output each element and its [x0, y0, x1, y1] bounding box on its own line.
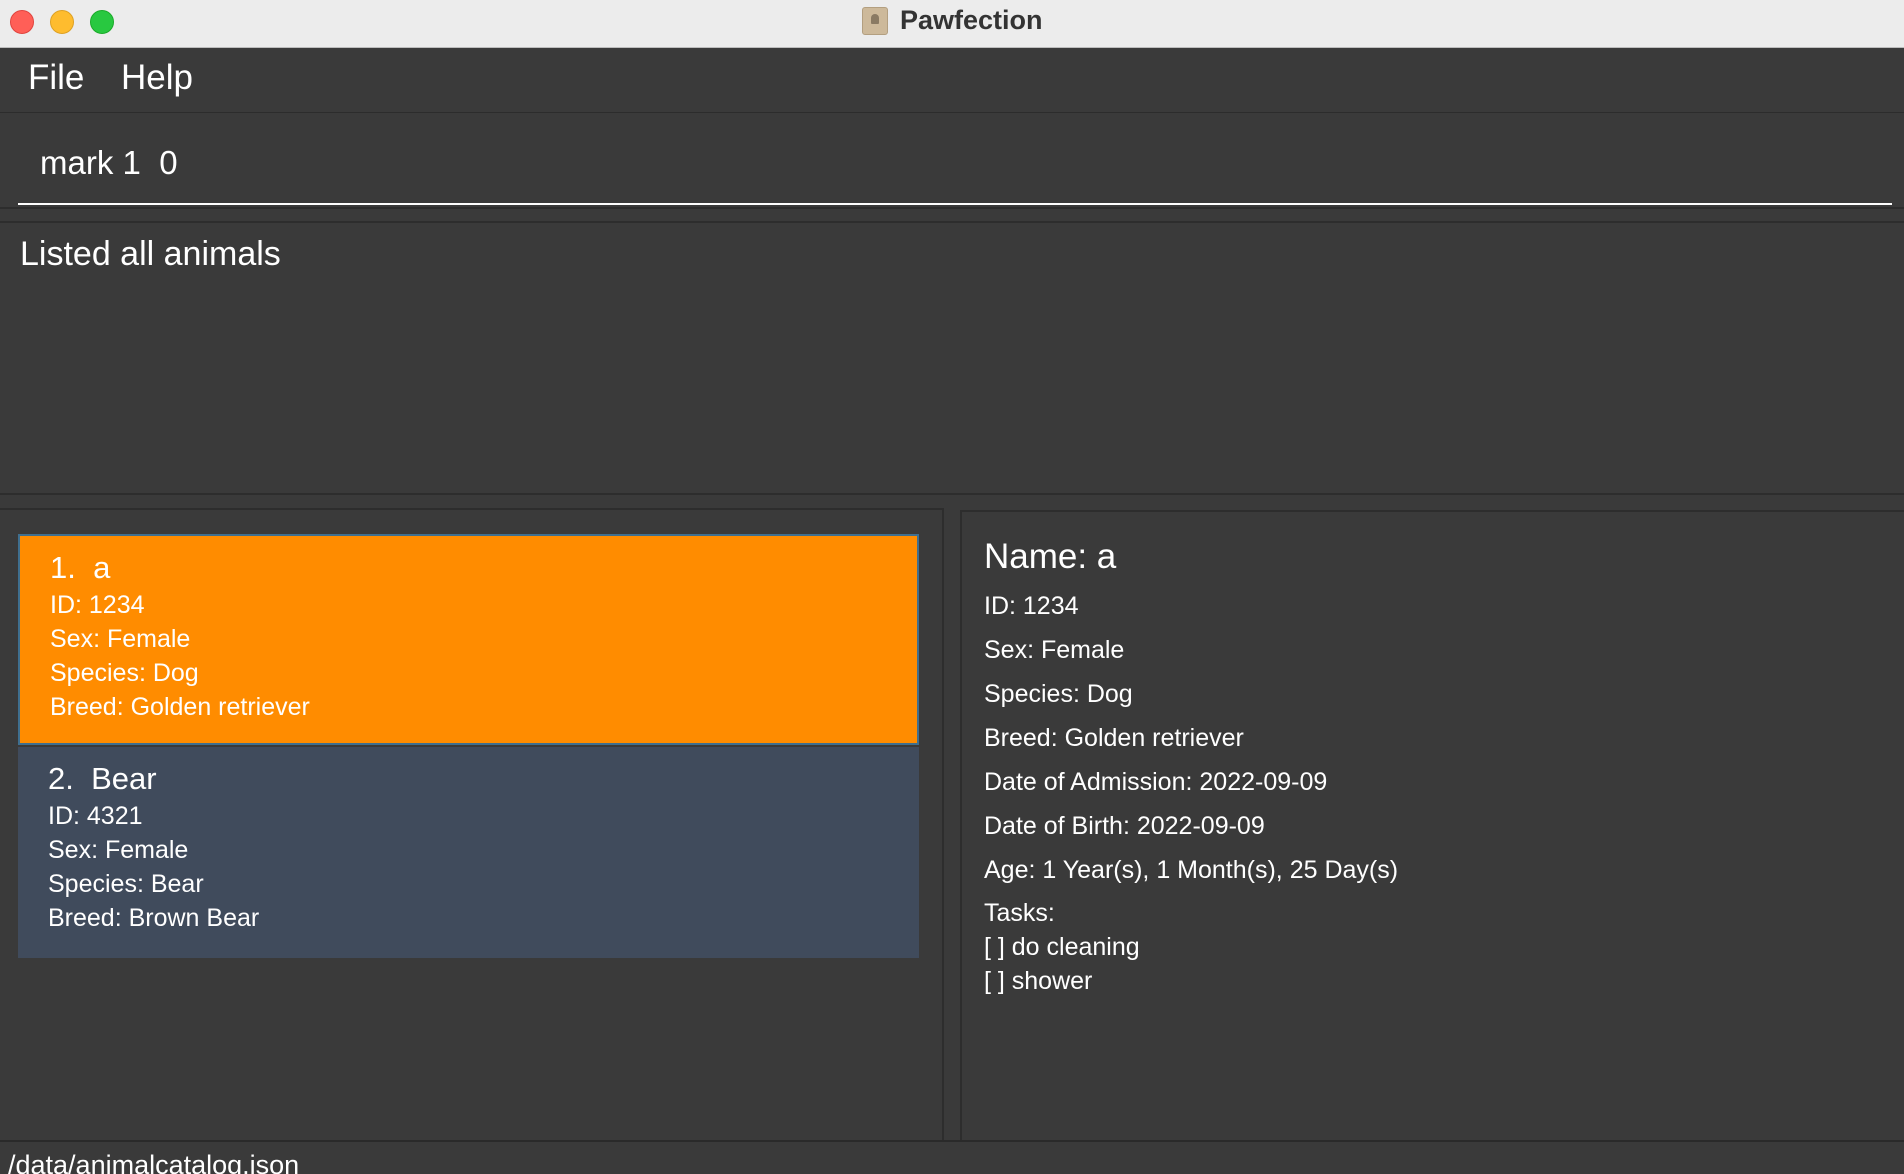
animal-card-sex: Sex: Female — [48, 836, 189, 864]
animal-card-1[interactable]: 1. a ID: 1234 Sex: Female Species: Dog B… — [18, 534, 919, 745]
zoom-window-button[interactable] — [90, 10, 114, 34]
window-title: Pawfection — [900, 5, 1043, 35]
task-item: [ ] shower — [984, 967, 1093, 995]
detail-species: Species: Dog — [984, 680, 1133, 708]
detail-sex: Sex: Female — [984, 636, 1125, 664]
menu-file[interactable]: File — [28, 58, 84, 98]
animal-card-id: ID: 1234 — [50, 591, 145, 619]
command-input[interactable] — [18, 123, 1892, 205]
animal-card-breed: Breed: Golden retriever — [50, 693, 310, 721]
detail-admission-date: Date of Admission: 2022-09-09 — [984, 768, 1328, 796]
detail-birth-date: Date of Birth: 2022-09-09 — [984, 812, 1265, 840]
task-item: [ ] do cleaning — [984, 933, 1140, 961]
animal-card-species: Species: Dog — [50, 659, 199, 687]
animal-card-2[interactable]: 2. Bear ID: 4321 Sex: Female Species: Be… — [18, 747, 919, 958]
animal-card-title: 2. Bear — [48, 761, 157, 796]
animal-card-species: Species: Bear — [48, 870, 204, 898]
result-message: Listed all animals — [20, 235, 281, 273]
animal-card-id: ID: 4321 — [48, 802, 143, 830]
animal-card-breed: Breed: Brown Bear — [48, 904, 260, 932]
app-icon — [862, 7, 888, 35]
status-bar: /data/animalcatalog.json — [0, 1140, 1904, 1174]
result-display: Listed all animals — [0, 221, 1904, 495]
detail-breed: Breed: Golden retriever — [984, 724, 1244, 752]
menu-bar: File Help — [0, 48, 1904, 113]
animal-list-panel[interactable]: 1. a ID: 1234 Sex: Female Species: Dog B… — [0, 508, 944, 1140]
minimize-window-button[interactable] — [50, 10, 74, 34]
animal-card-sex: Sex: Female — [50, 625, 191, 653]
animal-card-title: 1. a — [50, 550, 111, 585]
detail-id: ID: 1234 — [984, 592, 1079, 620]
detail-name: Name: a — [984, 537, 1117, 576]
menu-help[interactable]: Help — [121, 58, 193, 98]
command-box — [0, 113, 1904, 209]
animal-detail-panel: Name: a ID: 1234 Sex: Female Species: Do… — [960, 510, 1904, 1140]
close-window-button[interactable] — [10, 10, 34, 34]
save-file-path: /data/animalcatalog.json — [8, 1150, 300, 1174]
detail-tasks-label: Tasks: — [984, 899, 1055, 927]
window-titlebar: Pawfection — [0, 0, 1904, 48]
detail-age: Age: 1 Year(s), 1 Month(s), 25 Day(s) — [984, 856, 1399, 884]
